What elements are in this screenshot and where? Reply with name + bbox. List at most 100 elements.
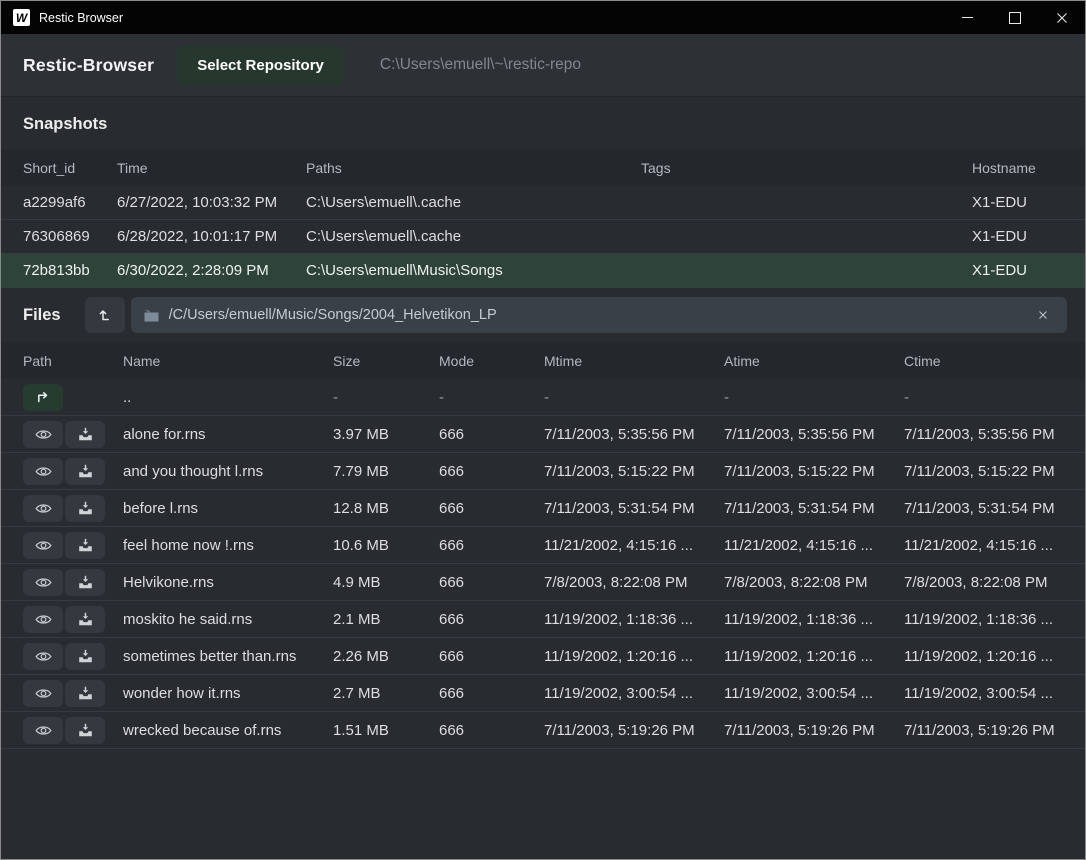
file-atime: - [724,389,904,406]
download-icon [78,575,93,589]
download-icon [78,538,93,552]
download-file-button[interactable] [65,458,105,485]
file-ctime: 7/11/2003, 5:31:54 PM [904,500,1085,517]
file-row: moskito he said.rns 2.1 MB 666 11/19/200… [1,601,1085,638]
preview-file-button[interactable] [23,421,63,448]
clear-path-icon [1038,309,1048,321]
file-mode: 666 [439,463,544,480]
file-name: and you thought l.rns [123,463,333,480]
download-file-button[interactable] [65,680,105,707]
column-header-mtime: Mtime [544,353,724,369]
file-size: 2.1 MB [333,611,439,628]
eye-icon [35,576,52,589]
snapshot-short-id: 76306869 [23,228,117,245]
download-file-button[interactable] [65,532,105,559]
file-size: 2.26 MB [333,648,439,665]
download-file-button[interactable] [65,495,105,522]
preview-file-button[interactable] [23,717,63,744]
file-size: 2.7 MB [333,685,439,702]
file-ctime: - [904,389,1085,406]
app-header: Restic-Browser Select Repository C:\User… [1,34,1085,97]
preview-file-button[interactable] [23,495,63,522]
column-header-ctime: Ctime [904,353,1085,369]
file-row: before l.rns 12.8 MB 666 7/11/2003, 5:31… [1,490,1085,527]
download-file-button[interactable] [65,643,105,670]
column-header-path: Path [23,353,123,369]
file-row: alone for.rns 3.97 MB 666 7/11/2003, 5:3… [1,416,1085,453]
file-row: sometimes better than.rns 2.26 MB 666 11… [1,638,1085,675]
preview-file-button[interactable] [23,458,63,485]
download-file-button[interactable] [65,606,105,633]
preview-file-button[interactable] [23,569,63,596]
file-mode: 666 [439,574,544,591]
eye-icon [35,428,52,441]
snapshot-row[interactable]: 72b813bb 6/30/2022, 2:28:09 PM C:\Users\… [1,254,1085,288]
file-size: 3.97 MB [333,426,439,443]
path-breadcrumb[interactable]: /C/Users/emuell/Music/Songs/2004_Helveti… [131,297,1067,333]
file-atime: 7/11/2003, 5:31:54 PM [724,500,904,517]
parent-directory-button[interactable] [85,297,125,333]
download-icon [78,612,93,626]
files-table-body: alone for.rns 3.97 MB 666 7/11/2003, 5:3… [1,416,1085,749]
preview-file-button[interactable] [23,532,63,559]
snapshot-short-id: 72b813bb [23,262,117,279]
snapshot-hostname: X1-EDU [972,262,1085,279]
file-ctime: 11/19/2002, 1:20:16 ... [904,648,1085,665]
app-title: Restic-Browser [23,55,154,76]
file-size: 4.9 MB [333,574,439,591]
file-mode: - [439,389,544,406]
download-file-button[interactable] [65,421,105,448]
file-atime: 11/19/2002, 1:20:16 ... [724,648,904,665]
breadcrumb-path-text: /C/Users/emuell/Music/Songs/2004_Helveti… [169,307,497,323]
snapshot-time: 6/30/2022, 2:28:09 PM [117,262,306,279]
preview-file-button[interactable] [23,643,63,670]
file-size: - [333,389,439,406]
column-header-name: Name [123,353,333,369]
column-header-short-id: Short_id [23,160,117,176]
file-name: before l.rns [123,500,333,517]
file-atime: 7/8/2003, 8:22:08 PM [724,574,904,591]
eye-icon [35,465,52,478]
empty-area [1,749,1085,859]
window-controls [944,1,1085,34]
clear-path-button[interactable] [1032,304,1054,326]
file-atime: 7/11/2003, 5:19:26 PM [724,722,904,739]
file-name: sometimes better than.rns [123,648,333,665]
file-mode: 666 [439,722,544,739]
minimize-button[interactable] [944,1,991,34]
file-size: 10.6 MB [333,537,439,554]
preview-file-button[interactable] [23,680,63,707]
column-header-size: Size [333,353,439,369]
level-up-icon [97,307,113,323]
file-mtime: 11/19/2002, 3:00:54 ... [544,685,724,702]
file-size: 1.51 MB [333,722,439,739]
file-mtime: 7/11/2003, 5:35:56 PM [544,426,724,443]
up-right-arrow-icon [35,389,51,405]
snapshot-row[interactable]: a2299af6 6/27/2022, 10:03:32 PM C:\Users… [1,186,1085,220]
app-logo-icon: W [13,9,30,26]
file-ctime: 11/19/2002, 3:00:54 ... [904,685,1085,702]
download-icon [78,427,93,441]
file-mtime: 7/11/2003, 5:15:22 PM [544,463,724,480]
parent-directory-row: .. - - - - - [1,379,1085,416]
snapshot-short-id: a2299af6 [23,194,117,211]
close-button[interactable] [1038,1,1085,34]
file-ctime: 11/21/2002, 4:15:16 ... [904,537,1085,554]
download-file-button[interactable] [65,717,105,744]
preview-file-button[interactable] [23,606,63,633]
go-up-button[interactable] [23,384,63,411]
download-icon [78,723,93,737]
column-header-atime: Atime [724,353,904,369]
file-mode: 666 [439,537,544,554]
file-atime: 7/11/2003, 5:35:56 PM [724,426,904,443]
file-atime: 11/21/2002, 4:15:16 ... [724,537,904,554]
select-repository-button[interactable]: Select Repository [177,46,344,85]
snapshot-time: 6/28/2022, 10:01:17 PM [117,228,306,245]
download-file-button[interactable] [65,569,105,596]
eye-icon [35,539,52,552]
eye-icon [35,502,52,515]
maximize-button[interactable] [991,1,1038,34]
file-row: wrecked because of.rns 1.51 MB 666 7/11/… [1,712,1085,749]
snapshot-row[interactable]: 76306869 6/28/2022, 10:01:17 PM C:\Users… [1,220,1085,254]
snapshot-hostname: X1-EDU [972,194,1085,211]
